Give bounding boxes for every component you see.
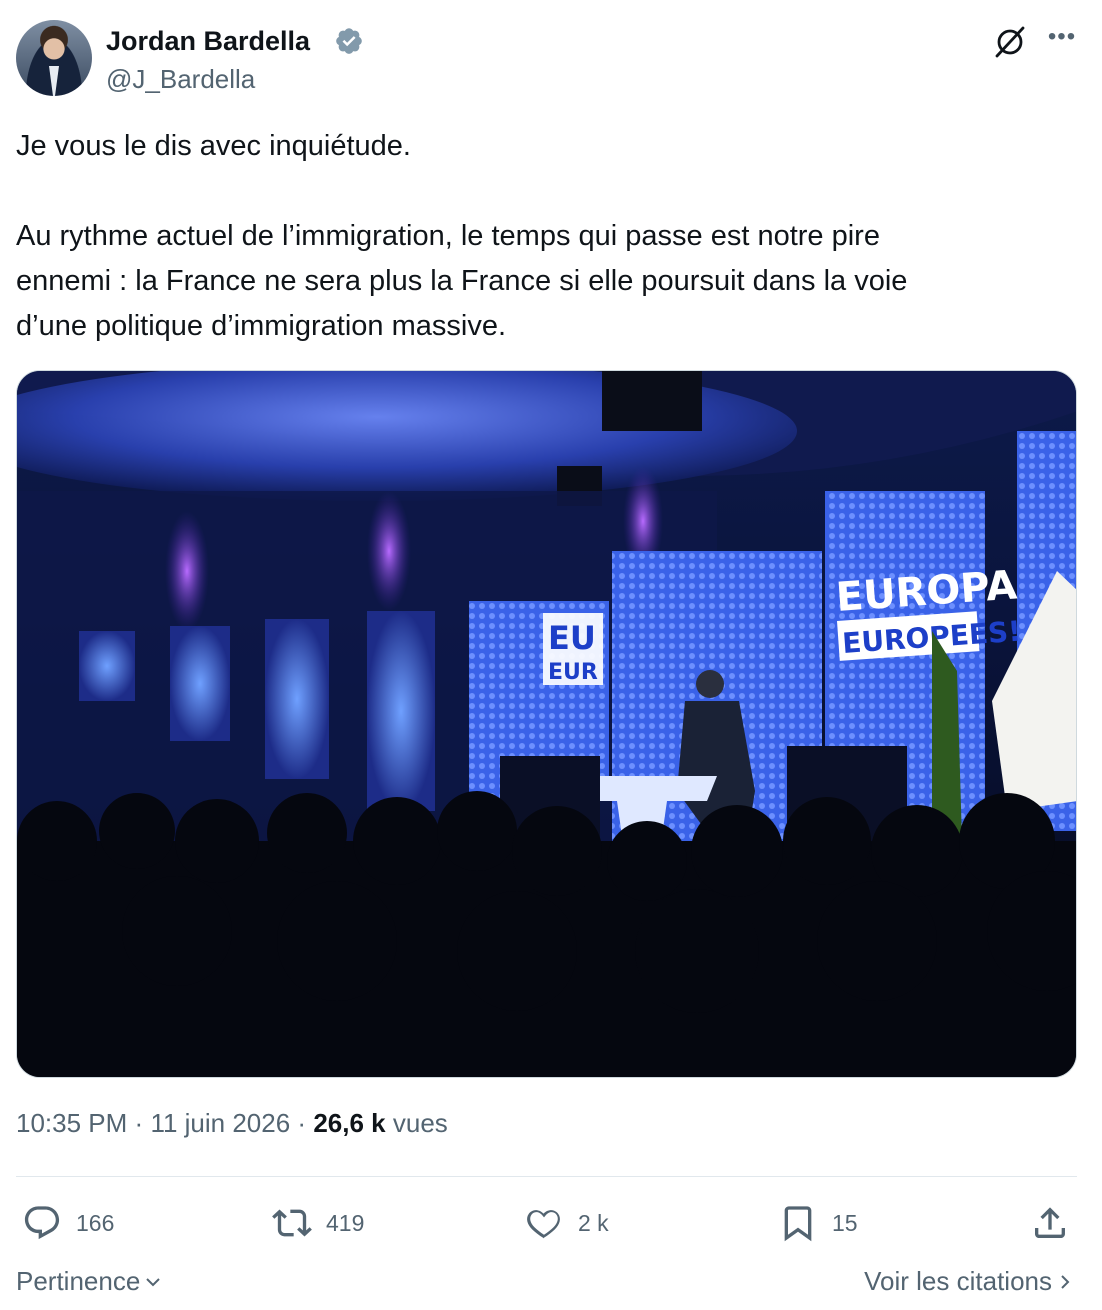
chevron-right-icon [1061, 1274, 1070, 1289]
sort-dropdown[interactable]: Pertinence [16, 1266, 162, 1297]
tweet-date[interactable]: 11 juin 2026 [150, 1108, 290, 1138]
chevron-down-icon [146, 1277, 161, 1286]
sort-label: Pertinence [16, 1266, 141, 1296]
divider [16, 1176, 1077, 1177]
tweet-line: Je vous le dis avec inquiétude. [16, 130, 411, 162]
tweet-time[interactable]: 10:35 PM [16, 1108, 127, 1138]
grok-icon[interactable] [992, 24, 1028, 60]
reply-button[interactable]: 166 [22, 1198, 114, 1248]
author-name[interactable]: Jordan Bardella [106, 26, 310, 57]
meta-separator: · [134, 1108, 144, 1138]
tweet-header: Jordan Bardella @J_Bardella ••• [16, 20, 1086, 100]
verified-badge-icon[interactable] [334, 26, 364, 56]
tweet-line-gap [16, 169, 1026, 214]
bookmark-button[interactable]: 15 [778, 1198, 858, 1248]
views-count: 26,6 k [313, 1108, 386, 1138]
banner-left-sub: EUR [548, 660, 598, 685]
like-icon [527, 1210, 560, 1239]
more-icon[interactable]: ••• [1044, 22, 1080, 58]
tweet-meta: 10:35 PM · 11 juin 2026 · 26,6 k vues [16, 1108, 448, 1139]
tweet-line: Au rythme actuel de l’immigration, le te… [16, 220, 880, 252]
share-button[interactable] [1030, 1198, 1084, 1248]
tweet-text: Je vous le dis avec inquiétude. Au rythm… [16, 124, 1026, 349]
avatar[interactable] [16, 20, 92, 96]
like-count: 2 k [578, 1209, 609, 1236]
banner-left-main: EU [548, 619, 596, 657]
views-label: vues [392, 1108, 448, 1138]
bookmark-count: 15 [832, 1209, 858, 1236]
tweet-photo[interactable]: EU EUR EUROPA EUROPEES! [16, 370, 1077, 1078]
reply-count: 166 [76, 1209, 115, 1236]
view-quotes-link[interactable]: Voir les citations [864, 1266, 1074, 1297]
meta-separator: · [297, 1108, 307, 1138]
action-bar: 166 419 2 k 15 [16, 1198, 1077, 1248]
tweet-line: d’une politique d’immigration massive. [16, 310, 507, 342]
retweet-count: 419 [326, 1209, 365, 1236]
photo-scene: EU EUR EUROPA EUROPEES! [17, 371, 1076, 1077]
reply-icon [24, 1206, 60, 1240]
tweet-line: ennemi : la France ne sera plus la Franc… [16, 265, 908, 297]
quotes-label: Voir les citations [864, 1266, 1052, 1296]
retweet-button[interactable]: 419 [272, 1198, 364, 1248]
bookmark-icon [784, 1206, 812, 1242]
author-handle[interactable]: @J_Bardella [106, 64, 255, 95]
like-button[interactable]: 2 k [524, 1198, 609, 1248]
retweet-icon [272, 1209, 312, 1237]
share-icon [1035, 1207, 1065, 1238]
